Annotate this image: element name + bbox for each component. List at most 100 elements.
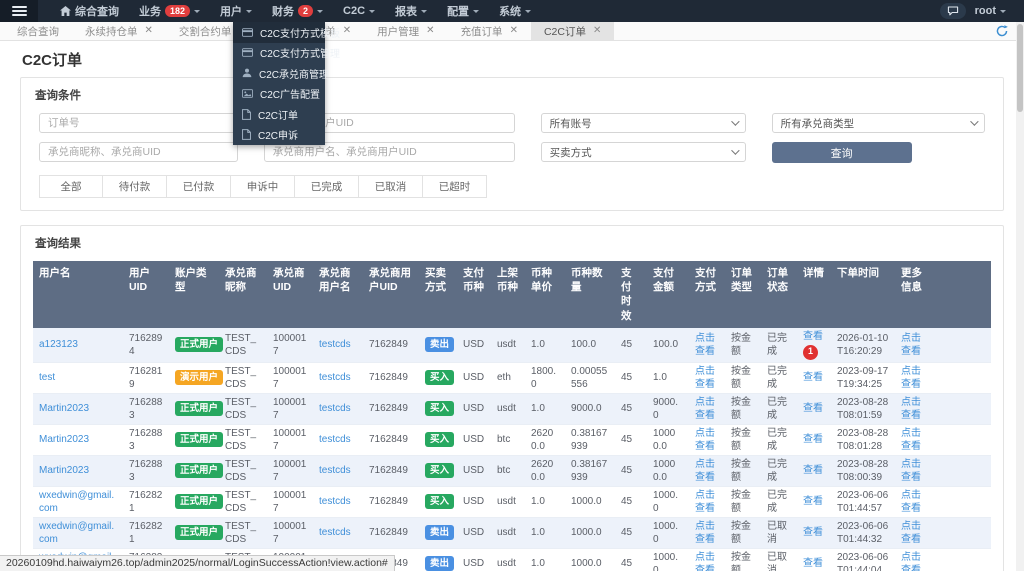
pay_method-link[interactable]: 点击查看 [695, 428, 715, 452]
username-link[interactable]: Martin2023 [39, 465, 89, 476]
more-link[interactable]: 点击查看 [901, 366, 921, 390]
menu-item-c2c-pay-manage[interactable]: C2C支付方式管理 [233, 43, 325, 64]
detail-link[interactable]: 查看 [803, 403, 823, 414]
filter-button-6[interactable]: 已超时 [423, 175, 487, 198]
filter-button-2[interactable]: 已付款 [167, 175, 231, 198]
cell-create_time: 2023-08-28T08:01:59 [831, 393, 895, 424]
order-no-input[interactable] [39, 113, 238, 133]
filter-button-4[interactable]: 已完成 [295, 175, 359, 198]
acceptor_username-link[interactable]: testcds [319, 339, 351, 350]
pay_method-link[interactable]: 点击查看 [695, 397, 715, 421]
more-link[interactable]: 点击查看 [901, 397, 921, 421]
more-link[interactable]: 点击查看 [901, 428, 921, 452]
nav-item-label: 系统 [499, 3, 521, 19]
acceptor-type-select[interactable]: 所有承兑商类型 [772, 113, 985, 133]
tab-perpetual[interactable]: 永续持仓单✕ [72, 22, 166, 40]
chat-icon[interactable] [940, 3, 966, 19]
pay_method-link[interactable]: 点击查看 [695, 552, 715, 571]
tab-deposit-orders[interactable]: 充值订单✕ [448, 22, 531, 40]
pay_method-link[interactable]: 点击查看 [695, 366, 715, 390]
tab-overview[interactable]: 综合查询 [4, 22, 72, 40]
detail-link[interactable]: 查看 [803, 372, 823, 383]
acceptor_username-link[interactable]: testcds [319, 496, 351, 507]
nav-item-business[interactable]: 业务182 [129, 0, 210, 22]
cell-uid: 7162883 [123, 393, 169, 424]
cell-acceptor_user_uid: 7162849 [363, 517, 419, 548]
more-link[interactable]: 点击查看 [901, 459, 921, 483]
menu-item-c2c-pay-template[interactable]: C2C支付方式模板 [233, 22, 325, 43]
cell-acceptor_user_uid: 7162849 [363, 362, 419, 393]
nav-item-reports[interactable]: 报表 [385, 0, 437, 22]
close-icon[interactable]: ✕ [510, 26, 518, 36]
pay_method-link[interactable]: 点击查看 [695, 459, 715, 483]
account-select[interactable]: 所有账号 [541, 113, 746, 133]
detail-link[interactable]: 查看 [803, 331, 823, 342]
username-link[interactable]: a123123 [39, 339, 78, 350]
acceptor_username-link[interactable]: testcds [319, 465, 351, 476]
cell-pay_coin: USD [457, 548, 491, 571]
filter-button-1[interactable]: 待付款 [103, 175, 167, 198]
results-panel-title: 查询结果 [35, 235, 991, 251]
pay_method-link[interactable]: 点击查看 [695, 333, 715, 357]
username-link[interactable]: Martin2023 [39, 434, 89, 445]
more-link[interactable]: 点击查看 [901, 333, 921, 357]
detail-link[interactable]: 查看 [803, 527, 823, 538]
detail-link[interactable]: 查看 [803, 496, 823, 507]
filter-button-5[interactable]: 已取消 [359, 175, 423, 198]
username-link[interactable]: test [39, 372, 55, 383]
page-scrollbar[interactable] [1016, 22, 1024, 571]
more-link[interactable]: 点击查看 [901, 490, 921, 514]
acceptor-user-input[interactable] [264, 142, 515, 162]
column-header-filler [935, 261, 991, 328]
nav-item-c2c[interactable]: C2C [333, 0, 385, 22]
page-title: C2C订单 [22, 49, 1004, 70]
tab-c2c-orders[interactable]: C2C订单✕ [531, 22, 614, 40]
nav-item-system[interactable]: 系统 [489, 0, 541, 22]
cell-pay_coin: USD [457, 486, 491, 517]
acceptor_username-link[interactable]: testcds [319, 527, 351, 538]
refresh-icon[interactable] [996, 22, 1008, 40]
menu-item-c2c-orders[interactable]: C2C订单 [233, 104, 325, 125]
search-button[interactable]: 查询 [772, 142, 912, 163]
menu-item-c2c-acceptor[interactable]: C2C承兑商管理 [233, 63, 325, 84]
nav-item-config[interactable]: 配置 [437, 0, 489, 22]
hamburger-menu-icon[interactable] [0, 0, 38, 22]
username-link[interactable]: wxedwin@gmail.com [39, 521, 114, 545]
detail-link[interactable]: 查看 [803, 465, 823, 476]
detail-link[interactable]: 查看 [803, 558, 823, 569]
close-icon[interactable]: ✕ [593, 26, 601, 36]
more-link[interactable]: 点击查看 [901, 552, 921, 571]
cell-coin_amount: 0.38167939 [565, 424, 615, 455]
detail-link[interactable]: 查看 [803, 434, 823, 445]
close-icon[interactable]: ✕ [343, 26, 351, 36]
nav-item-overview[interactable]: 综合查询 [50, 0, 129, 22]
user-menu[interactable]: root [975, 5, 1006, 17]
chevron-down-icon [317, 10, 323, 16]
column-header-acceptor_uid: 承兑商UID [267, 261, 313, 328]
filter-button-0[interactable]: 全部 [39, 175, 103, 198]
username-link[interactable]: wxedwin@gmail.com [39, 490, 114, 514]
acceptor_username-link[interactable]: testcds [319, 372, 351, 383]
cell-order_type: 按金额 [725, 328, 761, 363]
side-badge: 买入 [425, 463, 454, 478]
close-icon[interactable]: ✕ [426, 26, 434, 36]
pay_method-link[interactable]: 点击查看 [695, 521, 715, 545]
pay_method-link[interactable]: 点击查看 [695, 490, 715, 514]
acceptor-input[interactable] [39, 142, 238, 162]
tab-user-management[interactable]: 用户管理✕ [364, 22, 447, 40]
menu-item-c2c-appeal[interactable]: C2C申诉 [233, 125, 325, 146]
cell-acceptor_username: testcds [313, 517, 363, 548]
cell-more: 点击查看 [895, 328, 935, 363]
acceptor_username-link[interactable]: testcds [319, 403, 351, 414]
close-icon[interactable]: ✕ [145, 26, 153, 36]
menu-item-c2c-ad-config[interactable]: C2C广告配置 [233, 84, 325, 105]
scrollbar-thumb[interactable] [1017, 24, 1023, 112]
filter-button-3[interactable]: 申诉中 [231, 175, 295, 198]
username-link[interactable]: Martin2023 [39, 403, 89, 414]
acceptor_username-link[interactable]: testcds [319, 434, 351, 445]
nav-item-users[interactable]: 用户 [210, 0, 262, 22]
nav-item-finance[interactable]: 财务2 [262, 0, 333, 22]
column-header-uid: 用户UID [123, 261, 169, 328]
side-select[interactable]: 买卖方式 [541, 142, 746, 162]
more-link[interactable]: 点击查看 [901, 521, 921, 545]
